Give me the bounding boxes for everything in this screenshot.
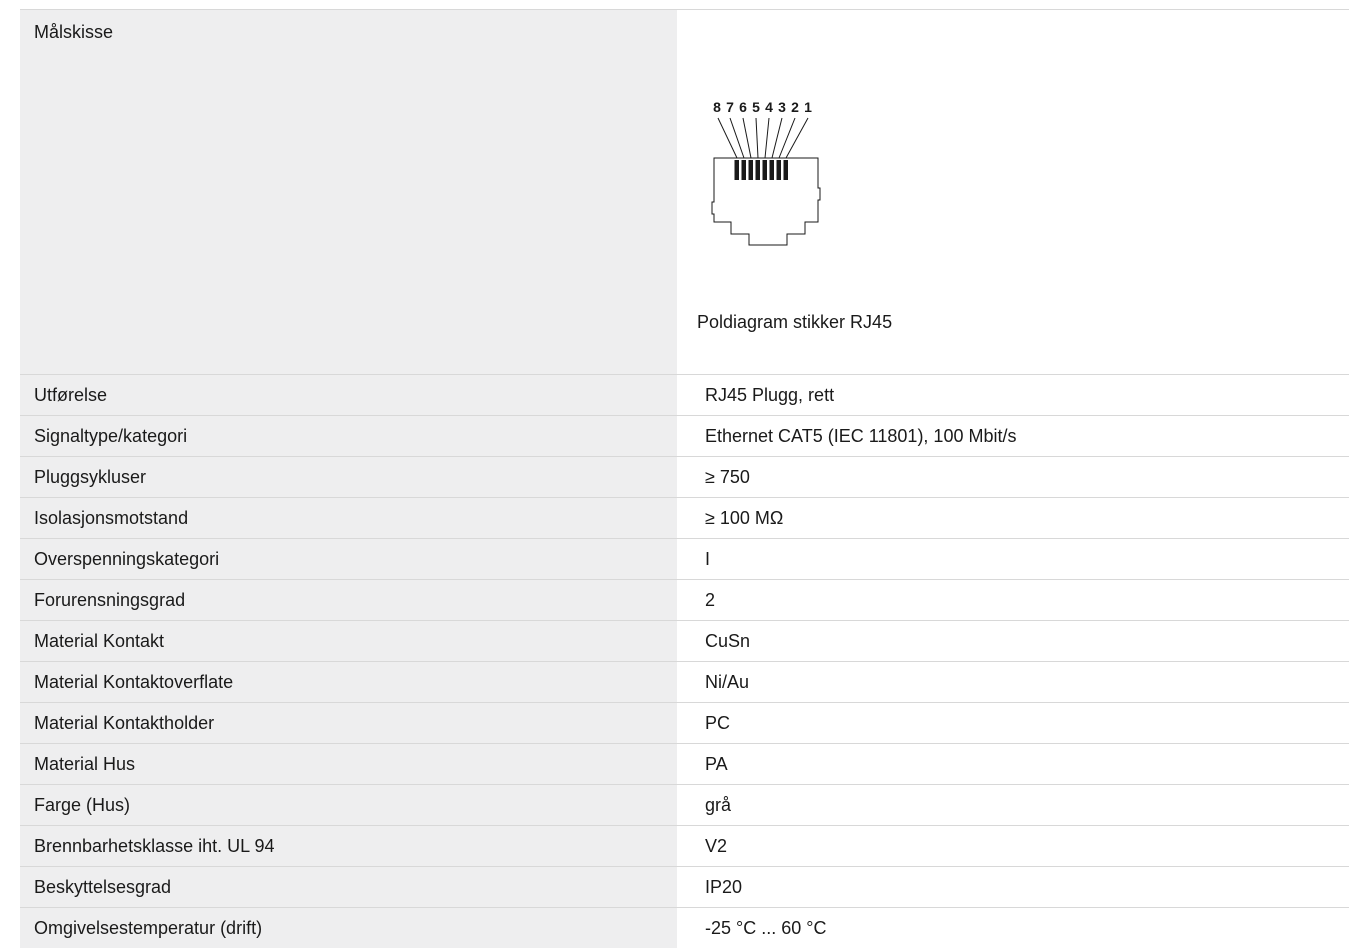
sketch-label: Målskisse: [20, 10, 677, 374]
spec-label: Beskyttelsesgrad: [20, 867, 677, 907]
pin-number-2: 2: [791, 99, 799, 115]
spec-value: -25 °C ... 60 °C: [705, 918, 827, 938]
spec-value: ≥ 100 MΩ: [705, 508, 784, 528]
spec-value: PC: [705, 713, 731, 733]
spec-label: Signaltype/kategori: [20, 416, 677, 456]
spec-value: IP20: [705, 877, 743, 897]
spec-value: V2: [705, 836, 728, 856]
spec-label: Isolasjonsmotstand: [20, 498, 677, 538]
pin-number-6: 6: [739, 99, 747, 115]
spec-row: Pluggsykluser ≥ 750: [20, 457, 1349, 498]
spec-table: Målskisse 8 7 6 5 4 3 2 1 Poldiagram sti…: [20, 9, 1349, 948]
spec-label: Overspenningskategori: [20, 539, 677, 579]
spec-row: Material Hus PA: [20, 744, 1349, 785]
spec-label: Pluggsykluser: [20, 457, 677, 497]
contact-pins: [734, 160, 788, 180]
spec-row: Material Kontakt CuSn: [20, 621, 1349, 662]
spec-label: Omgivelsestemperatur (drift): [20, 908, 677, 948]
pin-number-7: 7: [726, 99, 734, 115]
sketch-row: Målskisse 8 7 6 5 4 3 2 1 Poldiagram sti…: [20, 10, 1349, 375]
spec-value: 2: [705, 590, 716, 610]
spec-value: Ni/Au: [705, 672, 750, 692]
pin-number-1: 1: [804, 99, 812, 115]
spec-label: Forurensningsgrad: [20, 580, 677, 620]
spec-row: Beskyttelsesgrad IP20: [20, 867, 1349, 908]
spec-value: RJ45 Plugg, rett: [705, 385, 835, 405]
spec-label: Material Kontaktholder: [20, 703, 677, 743]
spec-label: Farge (Hus): [20, 785, 677, 825]
sketch-caption: Poldiagram stikker RJ45: [697, 312, 893, 332]
spec-row: Overspenningskategori I: [20, 539, 1349, 580]
spec-row: Material Kontaktoverflate Ni/Au: [20, 662, 1349, 703]
spec-label: Material Kontakt: [20, 621, 677, 661]
spec-label: Utførelse: [20, 375, 677, 415]
spec-value: CuSn: [705, 631, 751, 651]
spec-row: Utførelse RJ45 Plugg, rett: [20, 375, 1349, 416]
spec-row: Forurensningsgrad 2: [20, 580, 1349, 621]
spec-value: Ethernet CAT5 (IEC 11801), 100 Mbit/s: [705, 426, 1017, 446]
spec-row: Farge (Hus) grå: [20, 785, 1349, 826]
spec-row: Material Kontaktholder PC: [20, 703, 1349, 744]
spec-value: I: [705, 549, 711, 569]
sketch-cell: 8 7 6 5 4 3 2 1 Poldiagram stikker RJ45: [677, 10, 1349, 374]
pin-leader-lines: [717, 117, 809, 159]
pin-number-3: 3: [778, 99, 786, 115]
pin-number-5: 5: [752, 99, 760, 115]
spec-row: Brennbarhetsklasse iht. UL 94 V2: [20, 826, 1349, 867]
spec-row: Isolasjonsmotstand ≥ 100 MΩ: [20, 498, 1349, 539]
spec-row: Omgivelsestemperatur (drift) -25 °C ... …: [20, 908, 1349, 948]
spec-label: Material Kontaktoverflate: [20, 662, 677, 702]
spec-value: grå: [705, 795, 732, 815]
pin-number-4: 4: [765, 99, 773, 115]
spec-row: Signaltype/kategori Ethernet CAT5 (IEC 1…: [20, 416, 1349, 457]
rj45-pin-diagram: 8 7 6 5 4 3 2 1: [711, 99, 821, 246]
spec-label: Material Hus: [20, 744, 677, 784]
spec-value: PA: [705, 754, 728, 774]
spec-label: Brennbarhetsklasse iht. UL 94: [20, 826, 677, 866]
pin-number-8: 8: [713, 99, 721, 115]
spec-value: ≥ 750: [705, 467, 750, 487]
